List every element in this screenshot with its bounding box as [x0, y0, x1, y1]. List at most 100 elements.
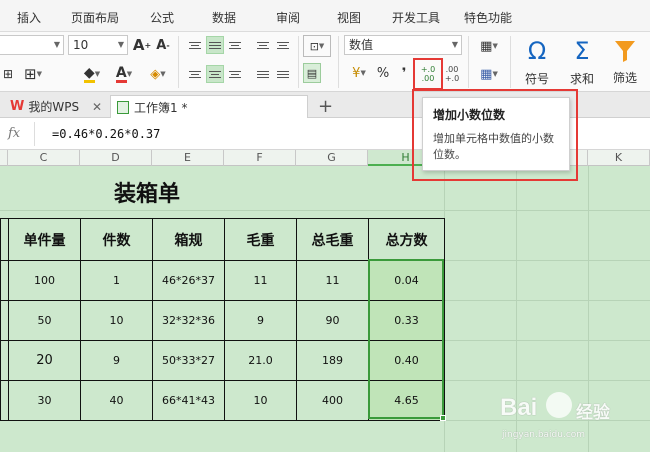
justify-button[interactable] — [254, 65, 272, 83]
table-header-cell[interactable]: 件数 — [80, 218, 153, 261]
column-header[interactable]: G — [296, 150, 368, 166]
increase-font-button[interactable]: A + — [133, 35, 151, 55]
table-cell[interactable]: 66*41*43 — [152, 380, 225, 421]
table-cell-selected[interactable]: 0.40 — [368, 340, 445, 381]
table-cell[interactable]: 11 — [224, 260, 297, 301]
merge-center-button[interactable]: ⊡ ▼ — [303, 35, 331, 57]
column-header[interactable]: F — [224, 150, 296, 166]
align-middle-button[interactable] — [206, 36, 224, 54]
clear-format-button[interactable]: ◈ ▼ — [144, 64, 172, 84]
decrease-font-button[interactable]: A- — [154, 35, 172, 55]
table-cell-edge[interactable] — [0, 260, 9, 301]
percent-format-button[interactable]: % — [374, 63, 392, 83]
table-cell[interactable]: 100 — [8, 260, 81, 301]
table-cell[interactable]: 50 — [8, 300, 81, 341]
chevron-down-icon: ▼ — [451, 40, 458, 49]
column-header[interactable]: K — [588, 150, 650, 166]
tab-my-wps[interactable]: W 我的WPS ✕ — [4, 95, 108, 118]
table-style-button[interactable]: ▦ ▼ — [474, 35, 504, 57]
chevron-down-icon: ▼ — [360, 69, 366, 77]
menu-special-features[interactable]: 特色功能 — [464, 9, 512, 26]
font-color-button[interactable]: A ▼ — [110, 64, 138, 84]
chevron-down-icon: ▼ — [53, 40, 60, 49]
wrap-text-button[interactable]: ▤ — [303, 63, 321, 83]
number-format-dropdown[interactable]: 数值 ▼ — [344, 35, 462, 55]
table-header-cell[interactable]: 毛重 — [224, 218, 297, 261]
table-cell[interactable]: 9 — [224, 300, 297, 341]
table-cell[interactable]: 32*32*36 — [152, 300, 225, 341]
font-color-icon: A — [115, 64, 127, 83]
table-header-cell[interactable]: 总方数 — [368, 218, 445, 261]
menu-data[interactable]: 数据 — [212, 9, 236, 26]
ribbon-toolbar: ▼ 10 ▼ A + A- ⊞ ⊞ ▼ ◆ ▼ A ▼ ◈ ▼ ⊡ ▼ ▤ 数值 ▼ ¥ ▼ % … — [0, 32, 650, 92]
chevron-down-icon: ▼ — [36, 70, 42, 78]
align-bottom-button[interactable] — [226, 36, 244, 54]
table-cell[interactable]: 189 — [296, 340, 369, 381]
table-cell-edge[interactable] — [0, 380, 9, 421]
font-size-dropdown[interactable]: 10 ▼ — [68, 35, 128, 55]
column-header[interactable]: D — [80, 150, 152, 166]
table-cell[interactable]: 30 — [8, 380, 81, 421]
tab-my-wps-label: 我的WPS — [28, 100, 80, 114]
close-icon[interactable]: ✕ — [92, 100, 102, 114]
table-cell[interactable]: 10 — [224, 380, 297, 421]
menu-view[interactable]: 视图 — [337, 9, 361, 26]
align-top-button[interactable] — [186, 36, 204, 54]
increase-indent-button[interactable] — [274, 36, 292, 54]
column-header[interactable]: E — [152, 150, 224, 166]
table-cell[interactable]: 1 — [80, 260, 153, 301]
fill-color-button[interactable]: ◆ ▼ — [78, 64, 106, 84]
table-cell[interactable]: 20 — [8, 340, 81, 381]
align-left-button[interactable] — [186, 65, 204, 83]
table-cell[interactable]: 400 — [296, 380, 369, 421]
table-header-cell[interactable]: 箱规 — [152, 218, 225, 261]
menu-formulas[interactable]: 公式 — [150, 9, 174, 26]
table-cell-edge[interactable] — [0, 300, 9, 341]
table-cell-selected[interactable]: 0.33 — [368, 300, 445, 341]
comma-style-button[interactable]: ❜ — [396, 63, 412, 83]
table-cell-edge[interactable] — [0, 218, 9, 261]
column-header-b[interactable] — [0, 150, 8, 166]
table-cell[interactable]: 21.0 — [224, 340, 297, 381]
table-cell[interactable]: 11 — [296, 260, 369, 301]
menu-insert[interactable]: 插入 — [17, 9, 41, 26]
symbol-button[interactable]: Ω 符号 — [516, 34, 558, 90]
currency-format-button[interactable]: ¥ ▼ — [346, 63, 372, 83]
table-cell-edge[interactable] — [0, 340, 9, 381]
menu-review[interactable]: 审阅 — [276, 9, 300, 26]
filter-button[interactable]: 筛选 — [604, 34, 646, 90]
formula-input[interactable]: =0.46*0.26*0.37 — [52, 127, 160, 141]
table-cell[interactable]: 90 — [296, 300, 369, 341]
distribute-button[interactable] — [274, 65, 292, 83]
funnel-icon — [615, 40, 635, 62]
strikethrough-button[interactable]: ⊞ — [0, 64, 16, 84]
menu-page-layout[interactable]: 页面布局 — [71, 9, 119, 26]
fx-icon[interactable]: fx — [8, 126, 20, 141]
decrease-indent-button[interactable] — [254, 36, 272, 54]
align-center-button[interactable] — [206, 65, 224, 83]
sheet-title[interactable]: 装箱单 — [0, 176, 294, 208]
table-cell[interactable]: 9 — [80, 340, 153, 381]
font-name-dropdown[interactable]: ▼ — [0, 35, 64, 55]
table-header-cell[interactable]: 总毛重 — [296, 218, 369, 261]
column-header[interactable]: C — [8, 150, 80, 166]
table-cell-selected[interactable]: 0.04 — [368, 260, 445, 301]
tab-workbook[interactable]: 工作簿1 * — [110, 95, 308, 118]
border-button[interactable]: ⊞ ▼ — [20, 64, 46, 84]
table-cell[interactable]: 46*26*37 — [152, 260, 225, 301]
plus-icon: + — [144, 40, 152, 50]
chevron-down-icon: ▼ — [117, 40, 124, 49]
ribbon-separator — [338, 36, 339, 88]
increase-decimal-button[interactable]: +.0 .00 — [416, 62, 440, 86]
table-cell[interactable]: 40 — [80, 380, 153, 421]
table-header-cell[interactable]: 单件量 — [8, 218, 81, 261]
table-cell[interactable]: 50*33*27 — [152, 340, 225, 381]
cell-style-button[interactable]: ▦ ▼ — [474, 63, 504, 85]
decrease-decimal-button[interactable]: .00 +.0 — [442, 62, 462, 86]
table-cell[interactable]: 10 — [80, 300, 153, 341]
menu-developer[interactable]: 开发工具 — [392, 9, 440, 26]
align-right-button[interactable] — [226, 65, 244, 83]
autosum-button[interactable]: Σ 求和 — [562, 34, 602, 90]
table-cell-selected[interactable]: 4.65 — [368, 380, 445, 421]
new-tab-button[interactable]: + — [312, 95, 333, 118]
